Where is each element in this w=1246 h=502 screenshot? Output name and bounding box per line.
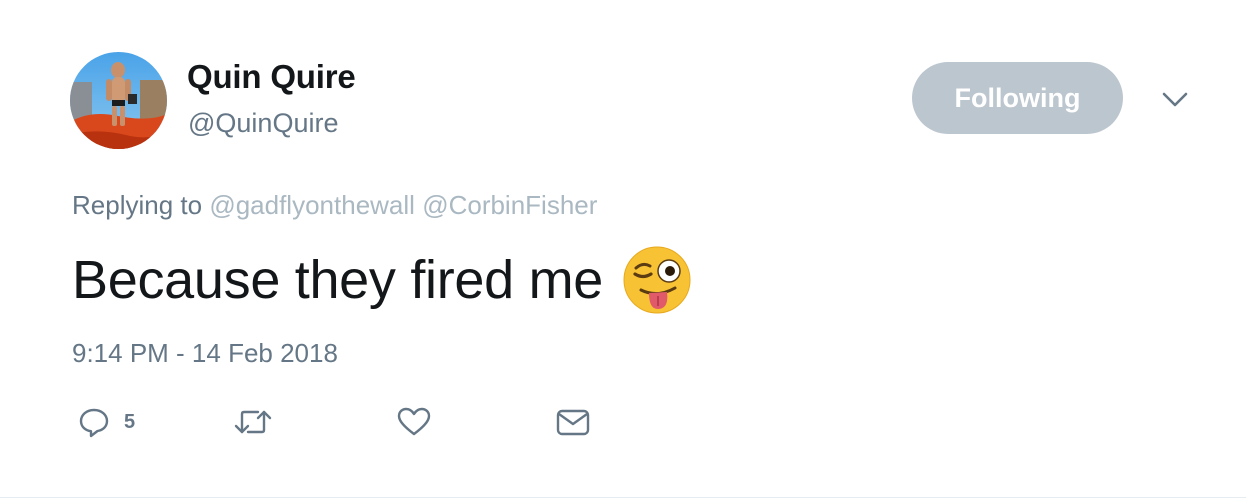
winking-face-with-tongue-icon: [623, 246, 691, 314]
reply-count: 5: [124, 410, 136, 433]
chevron-down-icon[interactable]: [1160, 86, 1190, 112]
tweet-text: Because they fired me: [72, 246, 691, 314]
reply-icon: [79, 408, 109, 438]
following-button[interactable]: Following: [912, 62, 1123, 134]
replying-to-line: Replying to @gadflyonthewall @CorbinFish…: [72, 190, 597, 221]
direct-message-icon: [556, 409, 590, 436]
tweet-card: Quin Quire @QuinQuire Following Replying…: [0, 0, 1246, 502]
mention-link[interactable]: @gadflyonthewall: [209, 190, 415, 220]
reply-button[interactable]: 5: [78, 400, 135, 444]
tweet-actions-bar: 5: [0, 400, 1246, 444]
user-handle[interactable]: @QuinQuire: [188, 108, 338, 139]
avatar[interactable]: [70, 52, 167, 149]
retweet-button[interactable]: [234, 400, 272, 444]
divider: [0, 497, 1246, 498]
mention-link[interactable]: @CorbinFisher: [422, 190, 597, 220]
like-button[interactable]: [397, 400, 431, 444]
retweet-icon: [234, 410, 272, 434]
avatar-photo: [70, 52, 167, 149]
display-name[interactable]: Quin Quire: [187, 58, 356, 96]
direct-message-button[interactable]: [556, 400, 590, 444]
tweet-timestamp[interactable]: 9:14 PM - 14 Feb 2018: [72, 338, 338, 369]
tweet-body: Because they fired me: [72, 250, 603, 310]
like-icon: [397, 407, 431, 436]
replying-to-label: Replying to: [72, 190, 203, 220]
